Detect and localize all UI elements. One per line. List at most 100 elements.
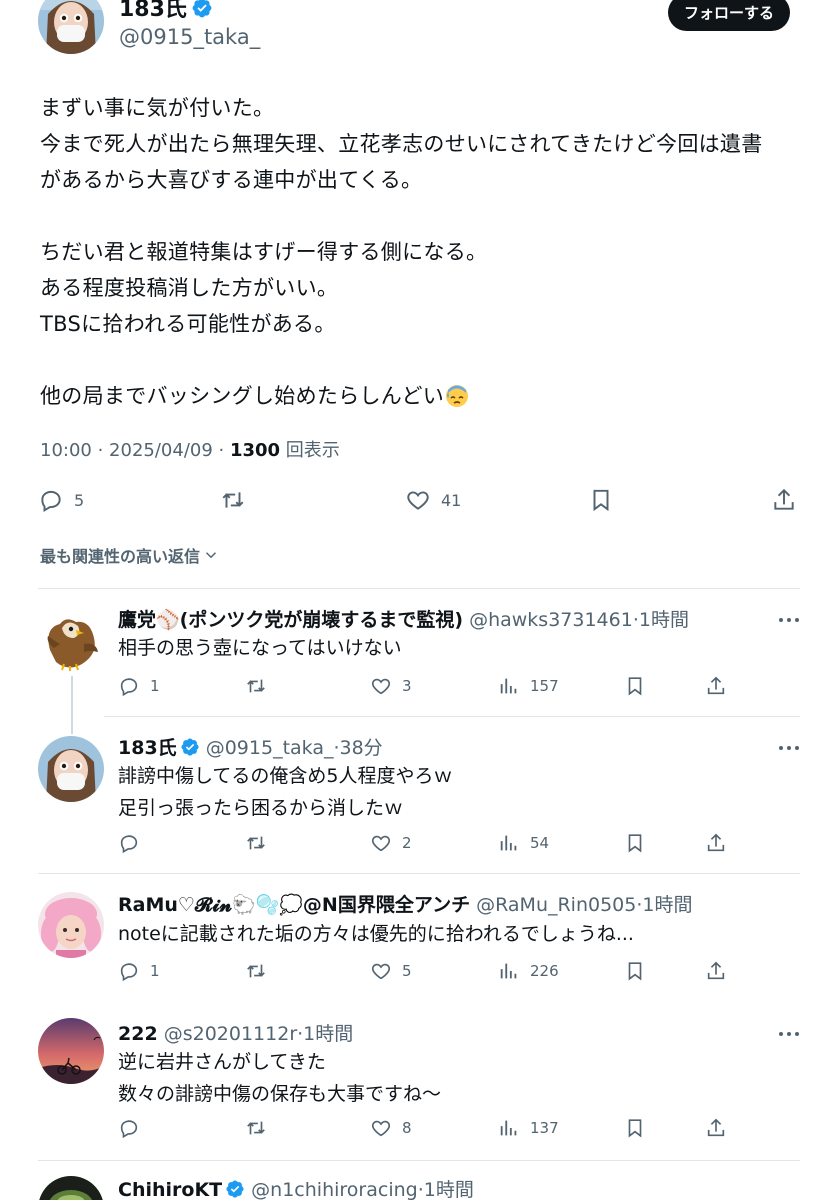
reply-author-name[interactable]: ChihiroKT [118,1179,222,1200]
reply-icon [120,678,138,697]
share-icon [707,833,725,852]
more-options-icon[interactable] [776,738,802,758]
author-avatar[interactable] [38,0,104,54]
reply-text: 相手の思う壺になってはいけない [118,632,402,664]
view-count: 157 [530,677,559,695]
bookmark-icon [628,677,642,696]
like-button[interactable]: 8 [370,1113,412,1143]
reply-author-name[interactable]: 183氏 [118,737,177,759]
main-action-bar: 5 41 [0,480,833,520]
reply-avatar[interactable] [38,1176,104,1200]
bookmark-button[interactable] [624,828,646,858]
reply-author-name[interactable]: RaMu♡𝓡𝓲𝓷🐑🫧💭@N国界隈全アンチ [118,894,470,916]
tweet-text-line: TBSに拾われる可能性がある。 [40,312,336,336]
bookmark-button[interactable] [624,1113,646,1143]
repost-button[interactable] [245,828,277,858]
tweet-text-line: ちだい君と報道特集はすげー得する側になる。 [40,240,488,264]
analytics-icon [500,963,517,979]
tweet-meta: 10:00 · 2025/04/09 · 1300 回表示 [40,436,340,462]
reply-count: 5 [74,490,85,510]
views-button[interactable]: 137 [498,1113,559,1143]
author-name-text[interactable]: 183氏 [119,0,187,22]
reply-avatar[interactable] [38,1018,104,1084]
more-options-icon[interactable] [776,610,802,630]
reply-handle-time[interactable]: @s20201112r·1時間 [158,1023,354,1045]
divider [38,1160,800,1161]
reply-button[interactable]: 1 [118,671,160,701]
like-button[interactable]: 5 [370,956,412,986]
share-button[interactable] [705,671,727,701]
more-options-icon[interactable] [776,1024,802,1044]
reply-handle-time[interactable]: @0915_taka_·38分 [200,737,383,759]
reply-count: 1 [150,962,160,980]
reply-icon [120,835,138,854]
bookmark-button[interactable] [588,480,614,520]
views-button[interactable]: 54 [498,828,549,858]
share-button[interactable] [705,956,727,986]
repost-button[interactable] [245,1113,277,1143]
analytics-icon [500,678,517,694]
author-name[interactable]: 183氏 [119,0,213,23]
reply-button[interactable]: 1 [118,956,160,986]
reply-author-name[interactable]: 222 [118,1023,158,1045]
reply-handle-time[interactable]: @RaMu_Rin0505·1時間 [470,894,692,916]
like-button[interactable]: 2 [370,828,412,858]
heart-icon [407,491,429,510]
reply-action-bar: 1 5 226 [0,956,833,986]
bookmark-button[interactable] [624,956,646,986]
tweet-text-line-last: 他の局までバッシングし始めたらしんどい [40,378,810,414]
repost-button[interactable] [245,671,277,701]
reply-icon [41,490,61,513]
share-button[interactable] [705,1113,727,1143]
tweet-timestamp[interactable]: 10:00 · 2025/04/09 · [40,440,230,461]
verified-badge-icon [192,0,212,18]
share-button[interactable] [705,828,727,858]
tweet-text-blank-line [40,342,810,378]
analytics-icon [500,1120,517,1136]
verified-badge-icon [181,738,199,756]
follow-button[interactable]: フォローする [668,0,790,31]
reply-author-name[interactable]: 鷹党⚾(ポンツク党が崩壊するまで監視) [118,609,463,631]
reply-avatar[interactable] [38,892,104,958]
reply-handle-time[interactable]: @hawks3731461·1時間 [463,609,689,631]
reply-header: ChihiroKT @n1chihiroracing·1時間 [118,1175,474,1200]
view-count: 137 [530,1119,559,1137]
views-button[interactable]: 226 [498,956,559,986]
like-button[interactable]: 3 [370,671,412,701]
author-handle[interactable]: @0915_taka_ [119,25,260,49]
like-count: 2 [402,834,412,852]
downcast-face-with-sweat-icon [446,385,469,407]
reply-avatar[interactable] [38,608,104,674]
reply-text: noteに記載された垢の方々は優先的に拾われるでしょうね... [118,918,634,950]
repost-button[interactable] [245,956,277,986]
views-button[interactable]: 157 [498,671,559,701]
divider [38,873,800,874]
reply-header: 183氏 @0915_taka_·38分 [118,733,383,760]
bookmark-button[interactable] [624,671,646,701]
divider [104,716,800,717]
reply-button[interactable] [118,828,150,858]
main-tweet-header: 183氏 @0915_taka_ フォローする [0,0,833,56]
analytics-icon [500,835,517,851]
share-icon [707,961,725,980]
reply-text-line: 足引っ張ったら困るから消したｗ [118,797,404,819]
repost-button[interactable] [220,480,246,520]
reply-button[interactable]: 5 [38,480,84,520]
tweet-text-line: 今まで死人が出たら無理矢理、立花孝志のせいにされてきたけど今回は遺書 [40,132,763,156]
reply-handle-time[interactable]: @n1chihiroracing·1時間 [245,1179,474,1200]
reply-button[interactable] [118,1113,150,1143]
reply-text-line: 誹謗中傷してるの俺含め5人程度やろｗ [118,765,453,787]
reply-text: 誹謗中傷してるの俺含め5人程度やろｗ 足引っ張ったら困るから消したｗ [118,760,453,824]
tweet-text-blank-line [40,198,810,234]
reply-text-line: 相手の思う壺になってはいけない [118,637,402,659]
reply-action-bar: 2 54 [0,828,833,858]
like-button[interactable]: 41 [405,480,461,520]
share-button[interactable] [771,480,797,520]
reply-text-line: 数々の誹謗中傷の保存も大事ですね〜 [118,1083,442,1105]
tweet-text-line: まずい事に気が付いた。 [40,96,275,120]
reply-sort-dropdown[interactable]: 最も関連性の高い返信 [40,543,220,567]
chevron-down-icon [205,552,217,559]
reply-avatar[interactable] [38,736,104,802]
reply-action-bar: 8 137 [0,1113,833,1143]
tweet-text-line: ある程度投稿消した方がいい。 [40,276,339,300]
